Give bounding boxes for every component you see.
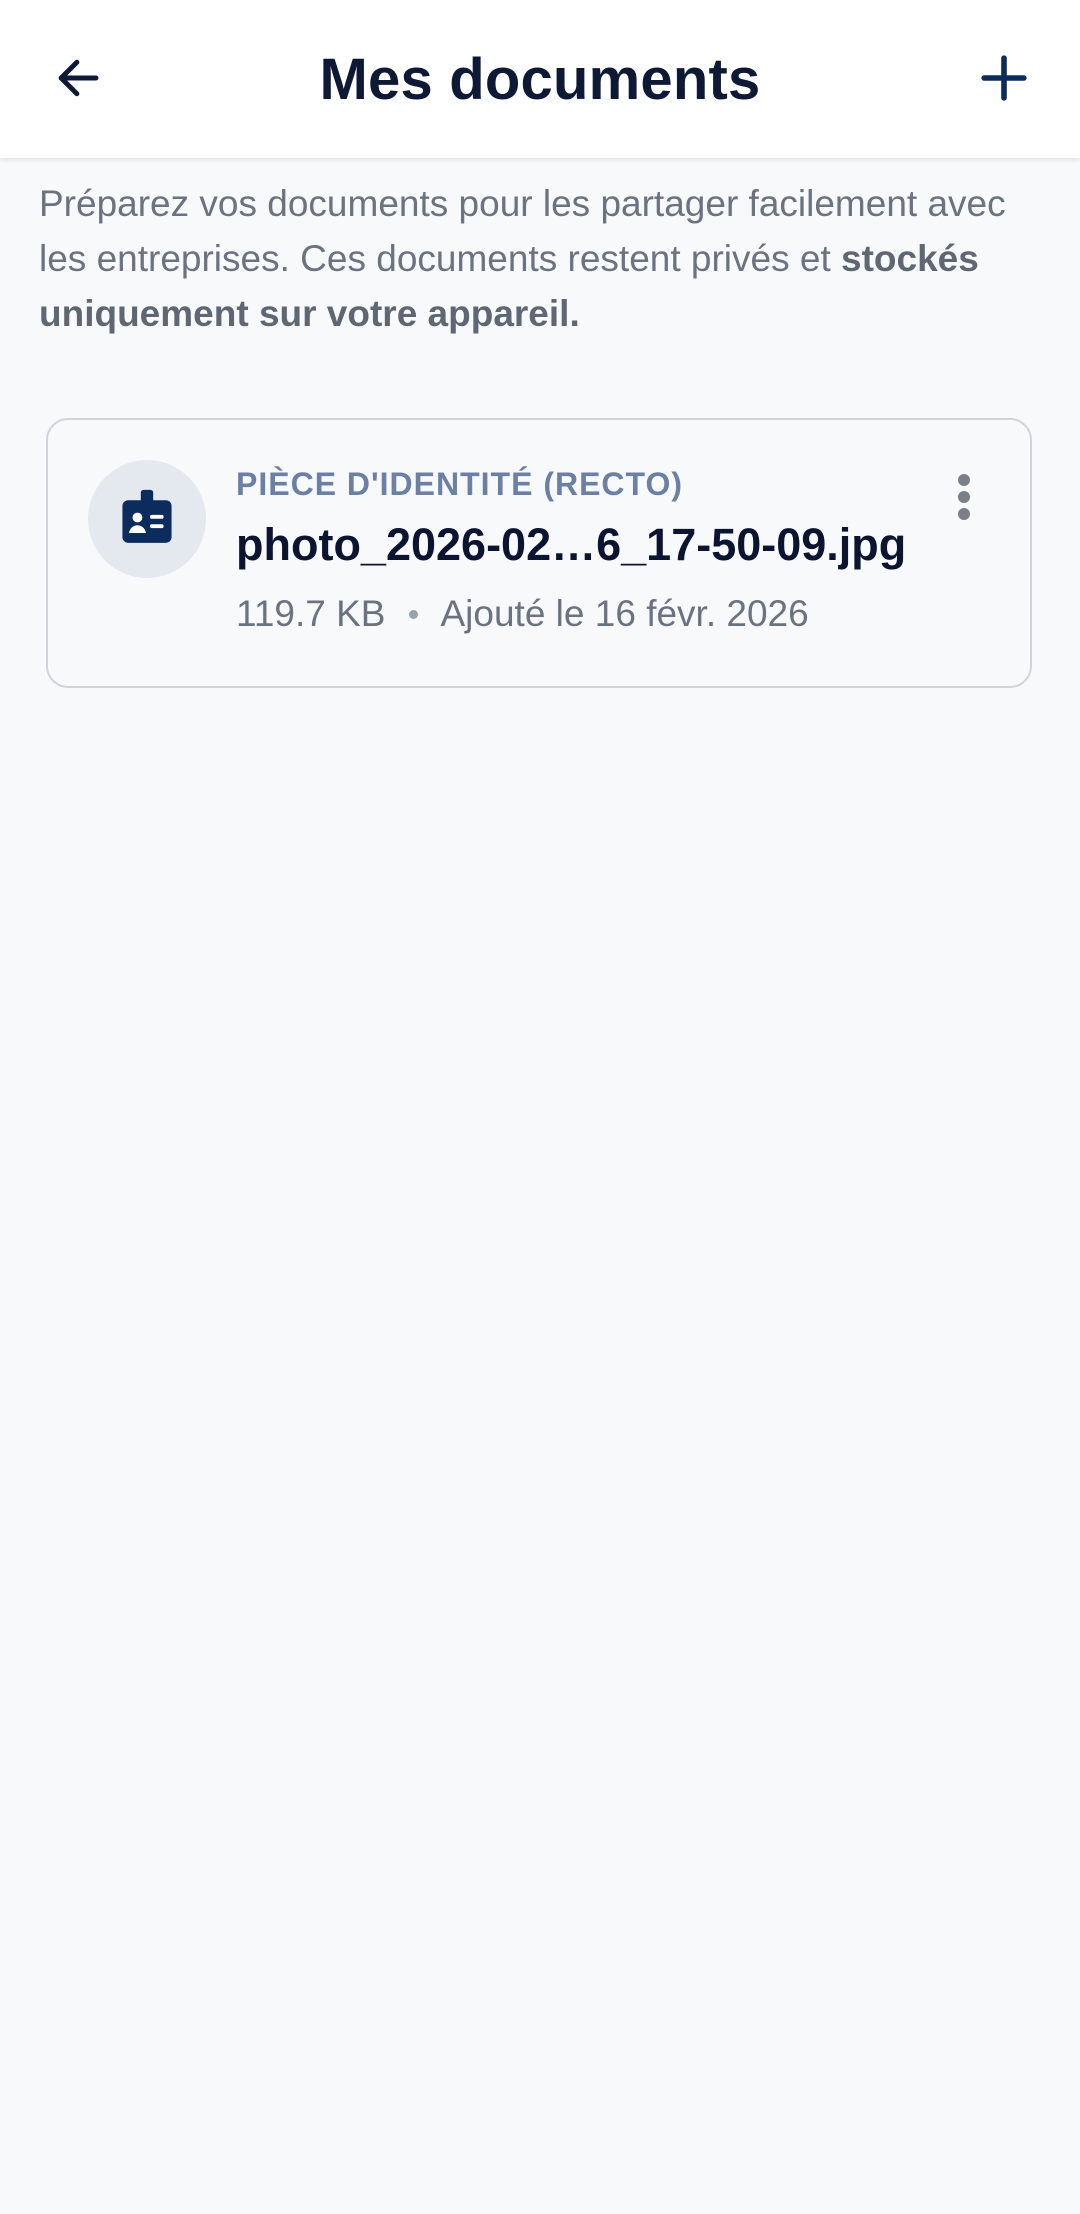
add-document-button[interactable] bbox=[962, 38, 1046, 122]
document-file-name: photo_2026-02…6_17-50-09.jpg bbox=[236, 519, 907, 570]
page-title: Mes documents bbox=[319, 47, 761, 112]
app-bar: Mes documents bbox=[0, 0, 1080, 158]
document-size: 119.7 KB bbox=[236, 593, 386, 634]
document-icon-circle bbox=[88, 460, 206, 578]
more-vertical-icon bbox=[956, 472, 972, 527]
document-type-label: PIÈCE D'IDENTITÉ (RECTO) bbox=[236, 466, 684, 502]
plus-icon bbox=[976, 50, 1032, 111]
document-meta: 119.7 KB Ajouté le 16 févr. 2026 bbox=[236, 590, 809, 638]
id-badge-icon bbox=[116, 486, 178, 553]
document-added-date: Ajouté le 16 févr. 2026 bbox=[440, 593, 809, 634]
arrow-left-icon bbox=[51, 51, 105, 110]
back-button[interactable] bbox=[38, 40, 118, 120]
document-card[interactable]: PIÈCE D'IDENTITÉ (RECTO) photo_2026-02…6… bbox=[46, 418, 1032, 688]
intro-text: Préparez vos documents pour les partager… bbox=[39, 176, 1039, 341]
document-menu-button[interactable] bbox=[934, 464, 994, 534]
separator-dot bbox=[409, 609, 419, 619]
